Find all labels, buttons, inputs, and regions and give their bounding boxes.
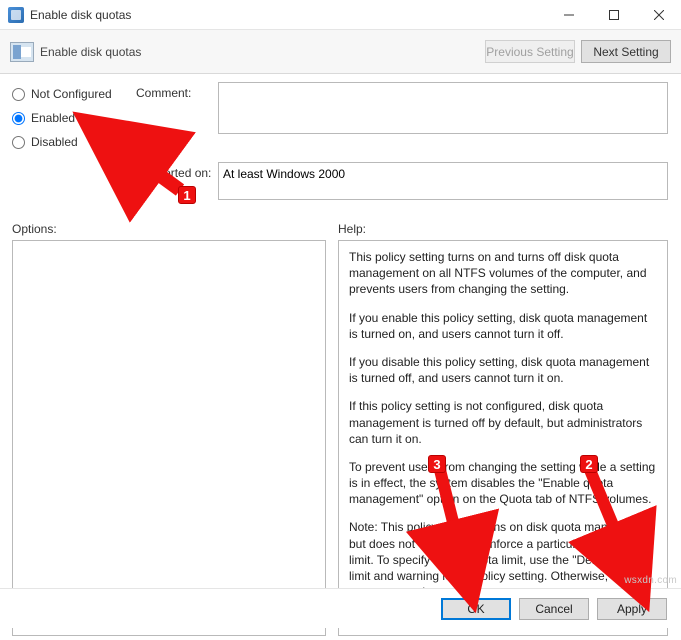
minimize-button[interactable] xyxy=(546,0,591,29)
help-p2: If you enable this policy setting, disk … xyxy=(349,310,657,342)
maximize-button[interactable] xyxy=(591,0,636,29)
help-label: Help: xyxy=(338,222,366,236)
help-p4: If this policy setting is not configured… xyxy=(349,398,657,447)
radio-disabled-input[interactable] xyxy=(12,136,25,149)
cancel-button[interactable]: Cancel xyxy=(519,598,589,620)
help-p5: To prevent users from changing the setti… xyxy=(349,459,657,508)
radio-enabled[interactable]: Enabled xyxy=(12,106,132,130)
radio-disabled-label: Disabled xyxy=(31,135,78,149)
previous-setting-button[interactable]: Previous Setting xyxy=(485,40,575,63)
close-button[interactable] xyxy=(636,0,681,29)
radio-disabled[interactable]: Disabled xyxy=(12,130,132,154)
state-radio-group: Not Configured Enabled Disabled xyxy=(12,82,132,154)
window-title: Enable disk quotas xyxy=(30,8,546,22)
policy-icon xyxy=(10,42,34,62)
options-panel[interactable] xyxy=(12,240,326,636)
header-title: Enable disk quotas xyxy=(40,45,479,59)
comment-label: Comment: xyxy=(136,86,191,100)
apply-button[interactable]: Apply xyxy=(597,598,667,620)
body-area: Not Configured Enabled Disabled Comment:… xyxy=(0,74,681,588)
radio-enabled-label: Enabled xyxy=(31,111,75,125)
ok-button[interactable]: OK xyxy=(441,598,511,620)
help-p1: This policy setting turns on and turns o… xyxy=(349,249,657,298)
help-panel[interactable]: This policy setting turns on and turns o… xyxy=(338,240,668,636)
radio-not-configured-input[interactable] xyxy=(12,88,25,101)
radio-not-configured-label: Not Configured xyxy=(31,87,112,101)
app-icon xyxy=(8,7,24,23)
header-strip: Enable disk quotas Previous Setting Next… xyxy=(0,30,681,74)
radio-not-configured[interactable]: Not Configured xyxy=(12,82,132,106)
help-p3: If you disable this policy setting, disk… xyxy=(349,354,657,386)
options-label: Options: xyxy=(12,222,57,236)
supported-label: Supported on: xyxy=(136,166,211,180)
supported-field: At least Windows 2000 xyxy=(218,162,668,200)
comment-field[interactable] xyxy=(218,82,668,134)
radio-enabled-input[interactable] xyxy=(12,112,25,125)
supported-value: At least Windows 2000 xyxy=(223,167,345,181)
next-setting-button[interactable]: Next Setting xyxy=(581,40,671,63)
title-bar: Enable disk quotas xyxy=(0,0,681,30)
footer: OK Cancel Apply xyxy=(0,588,681,628)
watermark: wsxdn.com xyxy=(624,575,677,586)
